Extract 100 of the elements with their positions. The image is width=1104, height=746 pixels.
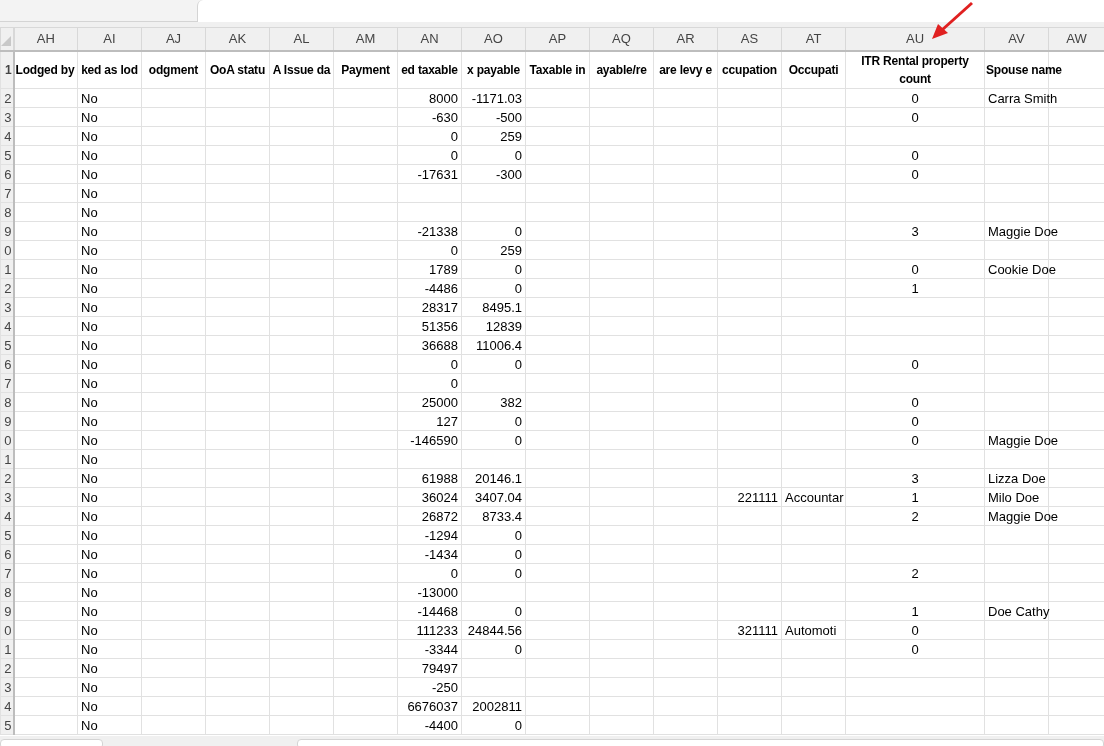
column-header[interactable]: AN: [420, 31, 439, 47]
cell-value: 24844.56: [467, 623, 522, 638]
column-header[interactable]: AI: [103, 31, 116, 47]
cell-value: Cookie Doe: [988, 262, 1056, 277]
cell-value: No: [81, 471, 98, 486]
header-cell: x payable: [467, 62, 520, 77]
cell-value: -250: [431, 680, 458, 695]
row-number: 4: [4, 129, 12, 144]
column-header[interactable]: AP: [548, 31, 567, 47]
cell-value: -1294: [424, 528, 458, 543]
cell-value: No: [81, 186, 98, 201]
cell-value: No: [81, 91, 98, 106]
row-number: 0: [4, 243, 12, 258]
cell-value: No: [81, 376, 98, 391]
cell-value: 0: [514, 604, 522, 619]
cell-value: 2: [911, 566, 919, 581]
cell-value: 0: [514, 642, 522, 657]
cell-value: 0: [514, 281, 522, 296]
column-header[interactable]: AV: [1008, 31, 1025, 47]
cell-value: 0: [514, 414, 522, 429]
column-header[interactable]: AT: [805, 31, 822, 47]
row-number: 8: [4, 395, 12, 410]
cell-value: 0: [450, 357, 458, 372]
row-number: 1: [4, 262, 12, 277]
column-header[interactable]: AQ: [612, 31, 631, 47]
column-header[interactable]: AR: [676, 31, 695, 47]
header-cell: Payment: [341, 62, 390, 77]
row-number: 5: [4, 718, 12, 733]
cell-value: -4486: [424, 281, 458, 296]
cell-value: 1: [911, 490, 919, 505]
row-number: 9: [4, 224, 12, 239]
cell-value: No: [81, 357, 98, 372]
cell-value: 0: [911, 110, 919, 125]
cell-value: 36024: [421, 490, 458, 505]
column-header[interactable]: AU: [905, 31, 925, 47]
row-number: 2: [4, 661, 12, 676]
cell-value: 259: [500, 129, 522, 144]
cell-value: 0: [450, 148, 458, 163]
cell-value: No: [81, 604, 98, 619]
cell-value: Carra Smith: [988, 91, 1058, 106]
cell-value: Doe Cathy: [988, 604, 1050, 619]
header-cell: ITR Rental property count: [861, 53, 969, 86]
cell-value: No: [81, 262, 98, 277]
cell-value: -500: [495, 110, 522, 125]
cell-value: 127: [436, 414, 458, 429]
cell-value: -1171.03: [471, 91, 522, 106]
cell-value: 0: [450, 566, 458, 581]
column-header[interactable]: AJ: [165, 31, 182, 47]
row-number: 7: [4, 186, 12, 201]
row-number: 3: [4, 490, 12, 505]
cell-value: 0: [911, 642, 919, 657]
cell-value: No: [81, 680, 98, 695]
row-number: 5: [4, 528, 12, 543]
cell-value: 0: [911, 433, 919, 448]
cell-value: -13000: [417, 585, 458, 600]
cell-value: No: [81, 718, 98, 733]
cell-value: 0: [514, 566, 522, 581]
row-number: 8: [4, 205, 12, 220]
row-number: 2: [4, 281, 12, 296]
column-header[interactable]: AL: [293, 31, 310, 47]
cell-value: 3: [911, 224, 919, 239]
cell-value: 0: [514, 718, 522, 733]
row-number: 6: [4, 167, 12, 182]
cell-value: -14468: [417, 604, 458, 619]
cell-value: 0: [514, 433, 522, 448]
column-header[interactable]: AH: [36, 31, 55, 47]
cell-value: 3: [911, 471, 919, 486]
cell-value: No: [81, 433, 98, 448]
cell-value: 0: [911, 395, 919, 410]
cell-value: 221111: [737, 490, 778, 505]
header-cell: A Issue da: [272, 62, 331, 77]
cell-value: No: [81, 528, 98, 543]
cell-value: 79497: [421, 661, 458, 676]
column-header[interactable]: AO: [484, 31, 503, 47]
cell-value: 0: [450, 376, 458, 391]
row-number: 4: [4, 699, 12, 714]
cell-value: No: [81, 566, 98, 581]
cell-value: No: [81, 395, 98, 410]
cell-value: No: [81, 319, 98, 334]
cell-value: -4400: [424, 718, 458, 733]
cell-value: No: [81, 224, 98, 239]
column-header[interactable]: AK: [228, 31, 247, 47]
header-cell: are levy e: [659, 62, 712, 77]
cell-value: No: [81, 300, 98, 315]
row-number: 4: [4, 319, 12, 334]
cell-value: No: [81, 509, 98, 524]
row-number: 3: [4, 110, 12, 125]
cell-value: No: [81, 547, 98, 562]
cell-value: No: [81, 129, 98, 144]
cell-value: -21338: [417, 224, 458, 239]
cell-value: 0: [911, 357, 919, 372]
cell-value: Maggie Doe: [988, 433, 1059, 448]
cell-value: 0: [514, 357, 522, 372]
cell-value: 6676037: [407, 699, 458, 714]
cell-value: 28317: [421, 300, 458, 315]
cell-value: No: [81, 148, 98, 163]
column-header[interactable]: AS: [740, 31, 759, 47]
cell-value: No: [81, 661, 98, 676]
row-number: 9: [4, 414, 12, 429]
cell-value: -300: [495, 167, 522, 182]
